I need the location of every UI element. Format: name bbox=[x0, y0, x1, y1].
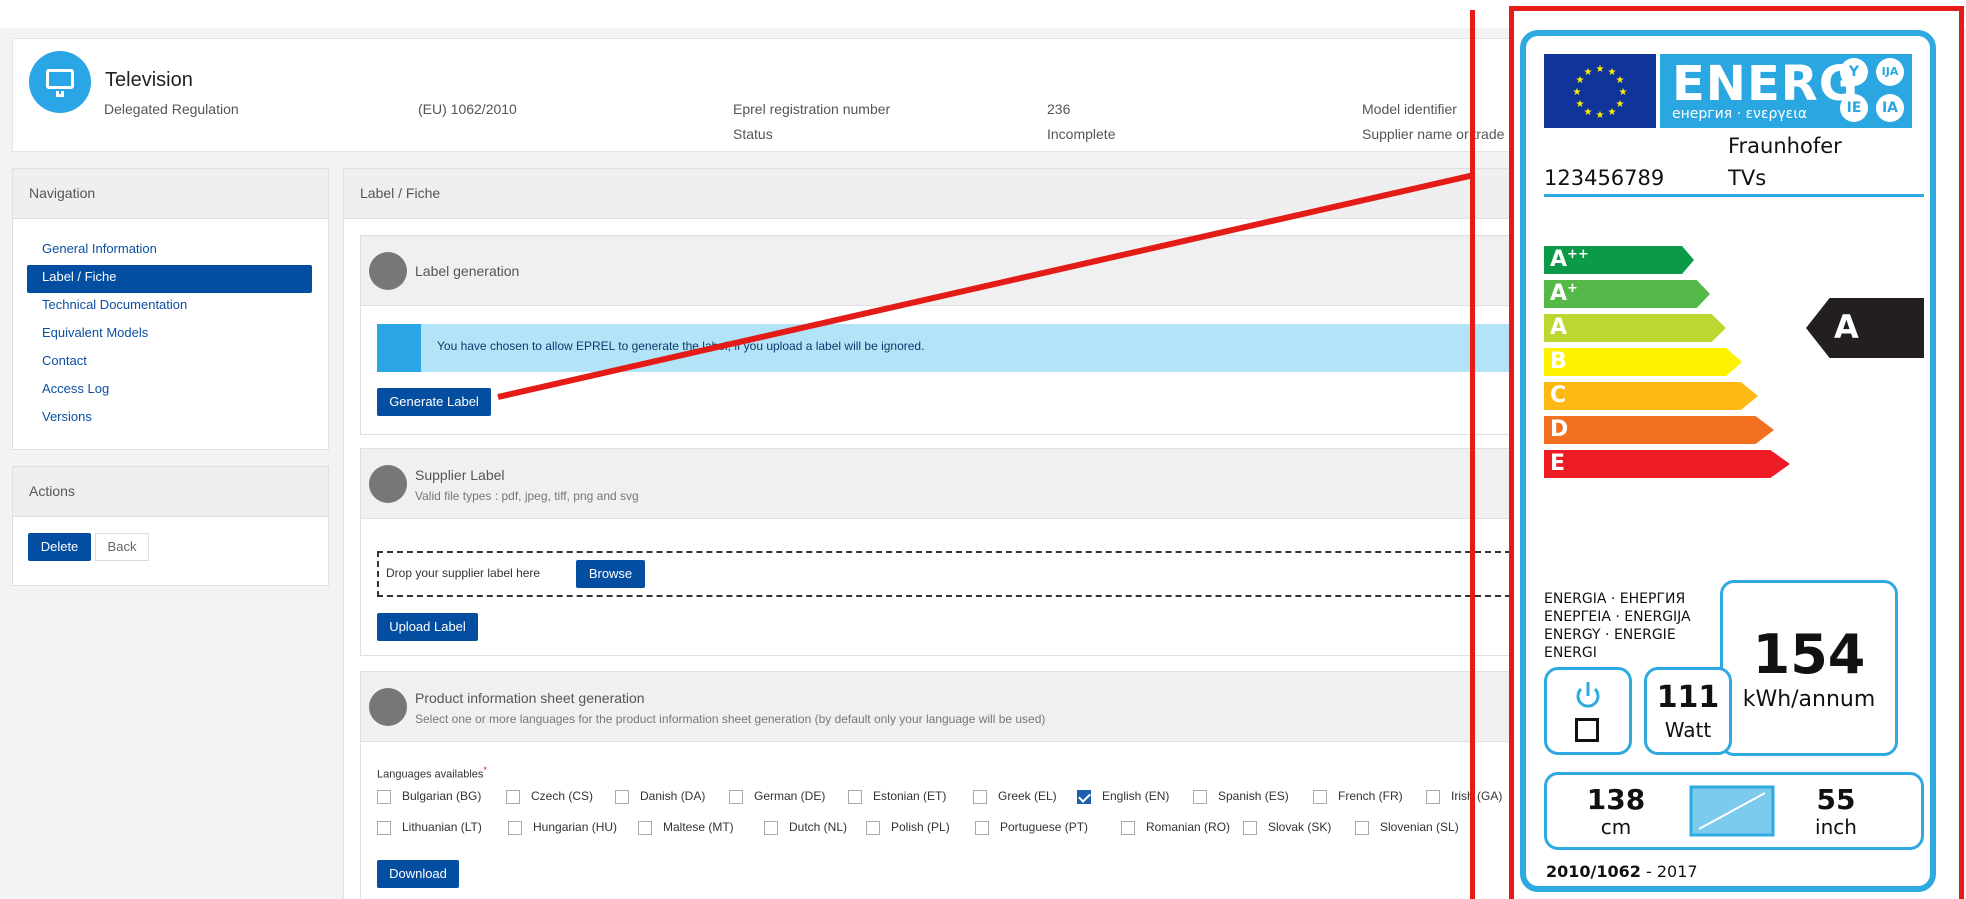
class-bar-a: A bbox=[1544, 314, 1726, 342]
class-bar-b: B bbox=[1544, 348, 1742, 376]
class-bar-d: D bbox=[1544, 416, 1774, 444]
energy-header: ENERG енергия · ενεργεια Y IJA IE IA bbox=[1660, 54, 1912, 128]
screen-diagonal-icon bbox=[1689, 785, 1775, 837]
svg-text:★: ★ bbox=[1616, 99, 1625, 110]
diagonal-inch-value: 55 bbox=[1816, 783, 1856, 816]
language-pill: IE bbox=[1840, 94, 1868, 122]
energy-label: ★ ★ ★ ★ ★ ★ ★ ★ ★ ★ ★ ★ ENERG енергия · ενεργεια… bbox=[1520, 30, 1936, 892]
energy-words: ENERGIA · ЕНЕРГИЯ ΕΝΕΡΓΕΙΑ · ENERGIJA EN… bbox=[1544, 591, 1691, 661]
rating-arrow: A bbox=[1806, 298, 1924, 358]
annual-consumption-value: 154 bbox=[1752, 623, 1866, 686]
language-pill: IJA bbox=[1876, 58, 1904, 86]
svg-text:★: ★ bbox=[1619, 87, 1628, 98]
diagonal-inch-unit: inch bbox=[1815, 815, 1857, 839]
label-year: - 2017 bbox=[1646, 862, 1698, 881]
on-mode-power-value: 111 bbox=[1656, 680, 1720, 715]
screen-diagonal-box: 138 cm 55 inch bbox=[1544, 772, 1924, 850]
annotation-line bbox=[497, 172, 1475, 400]
class-bar-e: E bbox=[1544, 450, 1790, 478]
svg-text:★: ★ bbox=[1576, 99, 1585, 110]
on-mode-power-unit: Watt bbox=[1664, 718, 1712, 742]
diagonal-cm-value: 138 bbox=[1586, 783, 1646, 816]
annual-consumption-box: 154 kWh/annum bbox=[1720, 580, 1898, 756]
class-bar-c: C bbox=[1544, 382, 1758, 410]
svg-text:★: ★ bbox=[1616, 75, 1625, 86]
regulation-number: 2010/1062 bbox=[1546, 862, 1641, 881]
class-bar-a-plus: A+ bbox=[1544, 280, 1710, 308]
language-pill: IA bbox=[1876, 94, 1904, 122]
diagonal-cm-unit: cm bbox=[1600, 815, 1632, 839]
power-icon bbox=[1571, 678, 1605, 712]
svg-text:★: ★ bbox=[1573, 87, 1582, 98]
rating-class: A bbox=[1834, 308, 1859, 346]
language-pill: Y bbox=[1840, 58, 1868, 86]
svg-text:★: ★ bbox=[1584, 67, 1593, 78]
model-name: TVs bbox=[1728, 166, 1767, 190]
annotation-divider bbox=[1470, 10, 1475, 899]
on-mode-power-box: 111 Watt bbox=[1644, 667, 1732, 755]
power-icon-box bbox=[1544, 667, 1632, 755]
regulation-footer: 2010/1062 - 2017 bbox=[1546, 862, 1698, 881]
svg-text:★: ★ bbox=[1584, 107, 1593, 118]
svg-text:★: ★ bbox=[1596, 64, 1605, 75]
model-identifier: 123456789 bbox=[1544, 166, 1665, 190]
supplier-name: Fraunhofer bbox=[1728, 134, 1842, 158]
energ-text: ENERG bbox=[1672, 56, 1860, 112]
eu-flag-icon: ★ ★ ★ ★ ★ ★ ★ ★ ★ ★ ★ ★ bbox=[1544, 54, 1656, 128]
standby-square-icon bbox=[1575, 718, 1599, 742]
svg-text:★: ★ bbox=[1608, 107, 1617, 118]
svg-text:★: ★ bbox=[1596, 110, 1605, 121]
annual-consumption-unit: kWh/annum bbox=[1742, 687, 1876, 712]
label-divider bbox=[1544, 194, 1924, 197]
class-bar-a-plus-plus: A++ bbox=[1544, 246, 1694, 274]
energ-subtext: енергия · ενεργεια bbox=[1672, 106, 1808, 122]
